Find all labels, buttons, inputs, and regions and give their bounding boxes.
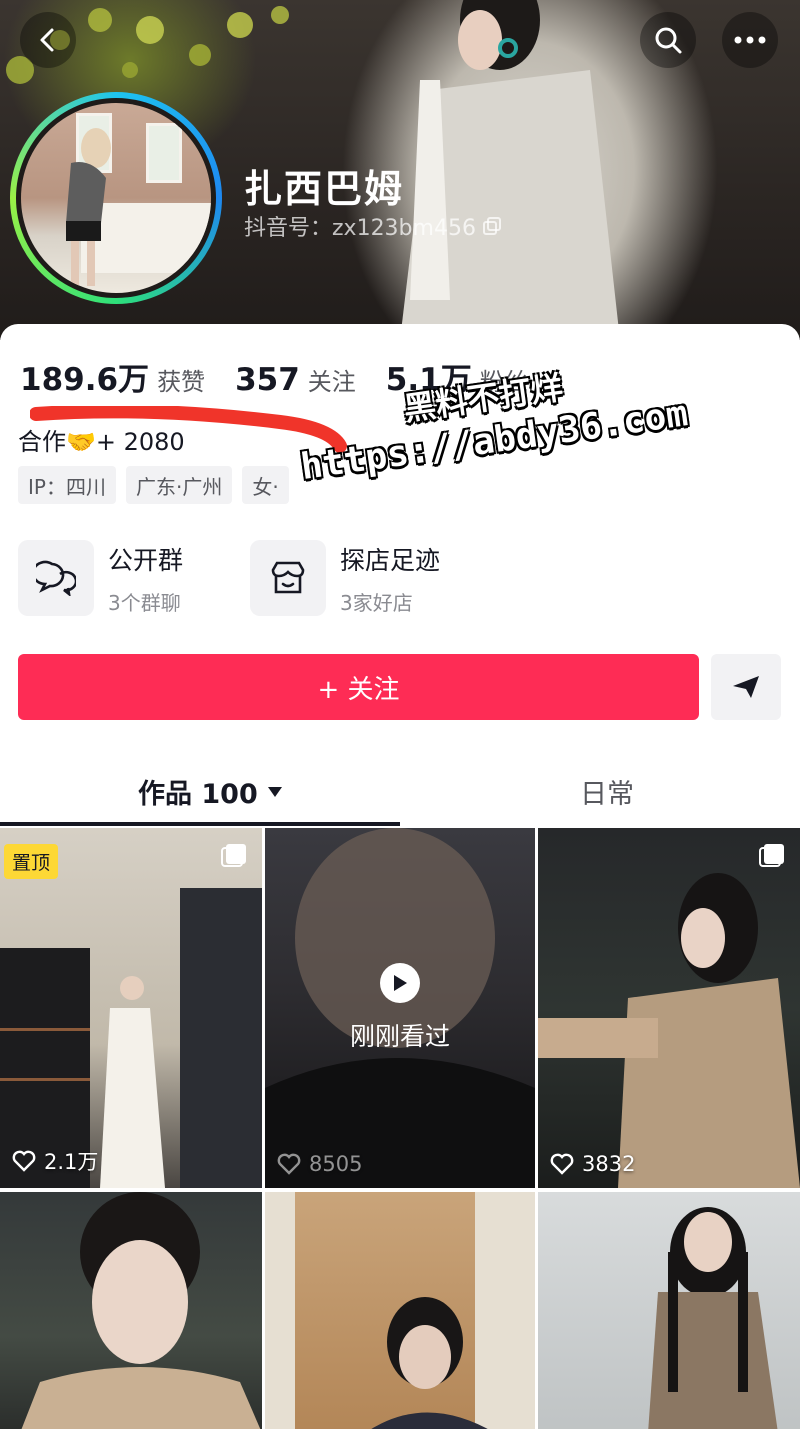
tag-row: IP：四川 广东·广州 女· <box>18 466 289 504</box>
tag-location: 广东·广州 <box>125 466 233 504</box>
shop-visits-subtitle: 3家好店 <box>340 590 413 615</box>
shop-visits-entry[interactable]: 探店足迹 3家好店 <box>250 540 440 616</box>
back-icon <box>40 28 54 52</box>
tab-indicator <box>0 822 400 826</box>
like-count: 3832 <box>550 1152 635 1176</box>
stat-followers[interactable]: 5.1万 粉丝 <box>386 354 528 399</box>
video-tile[interactable]: 置顶 2.1万 <box>0 828 262 1188</box>
avatar[interactable] <box>10 92 222 304</box>
like-count: 8505 <box>277 1152 362 1176</box>
copy-icon[interactable] <box>482 216 502 236</box>
heart-icon <box>12 1150 36 1172</box>
profile-card: 189.6万 获赞 357 关注 5.1万 粉丝 合作🤝+ 2080 IP：四川… <box>0 324 800 1429</box>
douyin-id-text: 抖音号：zx123bm456 <box>244 216 476 241</box>
video-tile[interactable] <box>538 1192 800 1429</box>
chat-group-icon <box>36 560 76 596</box>
shop-visits-title: 探店足迹 <box>340 545 441 575</box>
public-group-title: 公开群 <box>108 545 184 575</box>
search-button[interactable] <box>640 12 696 68</box>
content-tabs: 作品 100 日常 <box>0 760 800 830</box>
video-tile[interactable] <box>0 1192 262 1429</box>
nickname: 扎西巴姆 <box>244 167 405 211</box>
video-tile[interactable]: 刚刚看过 8505 <box>265 828 535 1188</box>
stat-likes[interactable]: 189.6万 获赞 <box>20 354 205 399</box>
follow-button[interactable]: + 关注 <box>18 654 699 720</box>
play-icon <box>394 975 407 991</box>
tag-gender: 女· <box>242 466 289 504</box>
tag-ip: IP：四川 <box>18 466 116 504</box>
tab-works[interactable]: 作品 100 <box>138 772 282 811</box>
more-icon <box>734 36 766 44</box>
pinned-badge: 置顶 <box>4 844 59 879</box>
heart-icon <box>277 1153 301 1175</box>
heart-icon <box>550 1153 574 1175</box>
public-group-subtitle: 3个群聊 <box>108 590 181 615</box>
redaction-scribble <box>30 406 347 453</box>
douyin-id[interactable]: 抖音号：zx123bm456 <box>244 210 502 242</box>
multi-image-icon <box>221 844 246 867</box>
shop-icon <box>271 561 305 594</box>
back-button[interactable] <box>20 12 76 68</box>
public-group-entry[interactable]: 公开群 3个群聊 <box>18 540 183 616</box>
share-button[interactable] <box>711 654 781 720</box>
search-icon <box>655 27 682 54</box>
share-arrow-icon <box>733 676 759 698</box>
more-button[interactable] <box>722 12 778 68</box>
video-tile[interactable] <box>265 1192 535 1429</box>
tab-daily[interactable]: 日常 <box>580 772 634 811</box>
stat-following[interactable]: 357 关注 <box>235 362 356 398</box>
avatar-image <box>21 103 211 293</box>
stats-row: 189.6万 获赞 357 关注 5.1万 粉丝 <box>20 354 558 399</box>
recently-watched-overlay: 刚刚看过 <box>265 828 535 1188</box>
video-tile[interactable]: 3832 <box>538 828 800 1188</box>
like-count: 2.1万 <box>12 1146 98 1176</box>
dropdown-triangle-icon <box>267 786 282 797</box>
multi-image-icon <box>759 844 784 867</box>
